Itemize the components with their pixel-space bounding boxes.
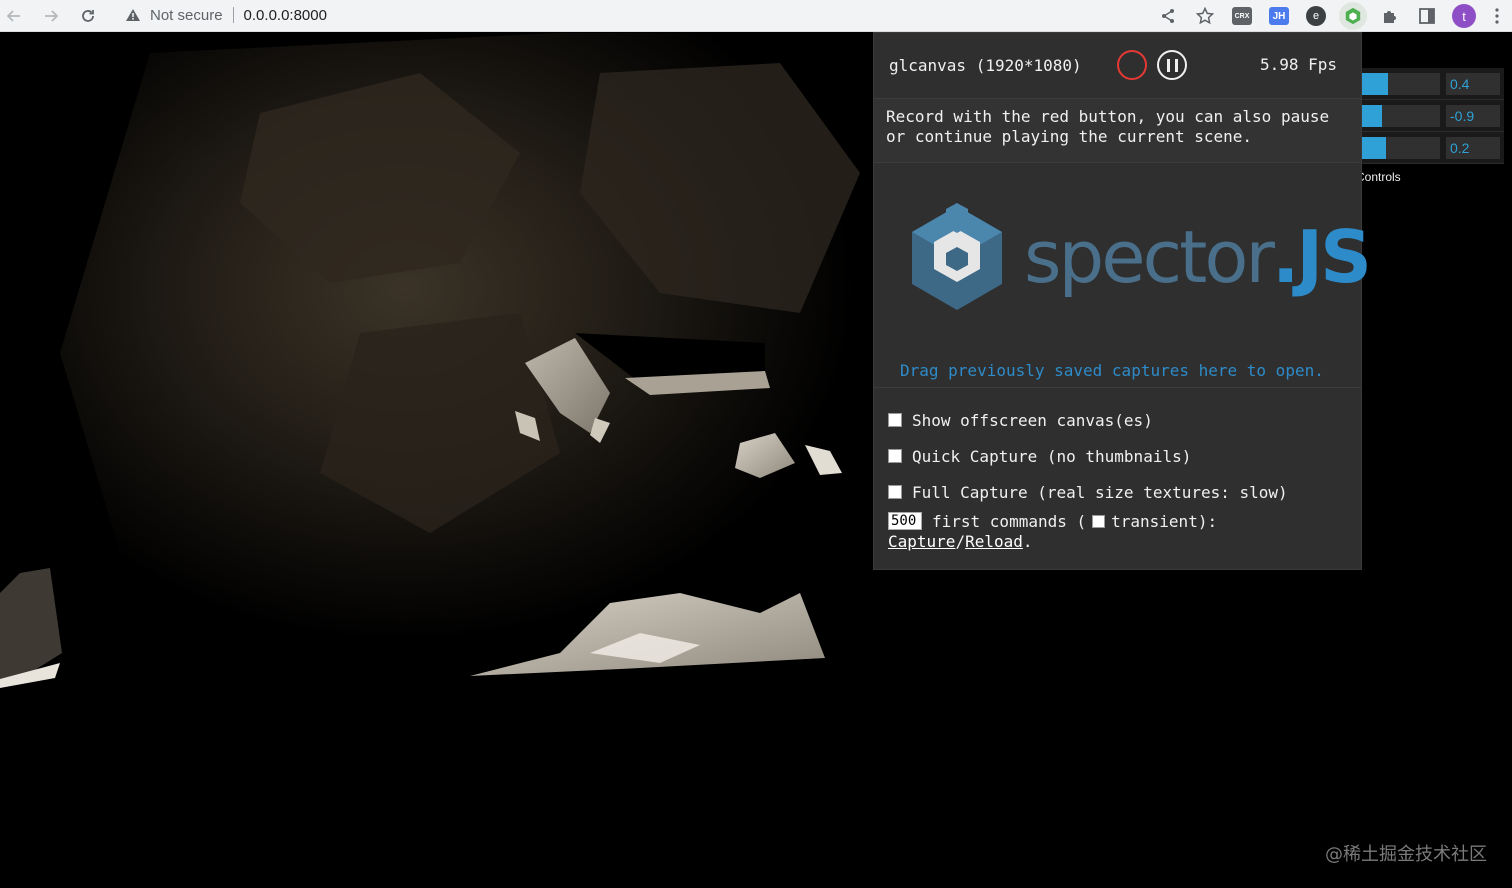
kebab-menu-icon[interactable] xyxy=(1486,2,1508,30)
spector-logo-text: spector.JS xyxy=(1024,215,1372,299)
transient-checkbox[interactable] xyxy=(1092,514,1106,528)
spector-panel: glcanvas (1920*1080) 5.98 Fps Record wit… xyxy=(873,32,1372,570)
watermark: @稀土掘金技术社区 xyxy=(1325,844,1487,865)
puzzle-icon[interactable] xyxy=(1375,2,1405,30)
option-label: Full Capture (real size textures: slow) xyxy=(912,482,1288,502)
close-controls-button[interactable]: Controls xyxy=(1356,170,1401,184)
control-slider-fill-2 xyxy=(1360,104,1382,127)
link-separator: / xyxy=(955,532,966,551)
control-row: 0.2 xyxy=(1358,132,1504,164)
link-period: . xyxy=(1022,532,1033,551)
control-value-1[interactable]: 0.4 xyxy=(1446,72,1500,95)
commands-label: first commands ( xyxy=(932,511,1087,531)
reload-link[interactable]: Reload xyxy=(965,532,1023,551)
sidebar-icon[interactable] xyxy=(1412,2,1442,30)
forward-icon[interactable] xyxy=(37,2,65,30)
url-text[interactable]: 0.0.0.0:8000 xyxy=(244,7,327,24)
avatar: t xyxy=(1452,4,1476,28)
browser-toolbar: Not secure 0.0.0.0:8000 CRX JH e t xyxy=(0,0,1512,32)
fps-counter: 5.98 Fps xyxy=(1259,55,1337,74)
extension-e-icon[interactable]: e xyxy=(1301,2,1331,30)
control-slider-fill-3 xyxy=(1360,136,1386,159)
help-text: Record with the red button, you can also… xyxy=(874,99,1361,163)
capture-drop-zone[interactable]: spector.JS Drag previously saved capture… xyxy=(874,163,1372,388)
capture-link[interactable]: Capture xyxy=(888,532,955,551)
help-line-2: or continue playing the current scene. xyxy=(886,127,1253,146)
reload-icon[interactable] xyxy=(74,2,102,30)
control-slider-3[interactable] xyxy=(1360,136,1440,159)
spector-extension-icon[interactable] xyxy=(1338,2,1368,30)
toolbar-actions: CRX JH e t xyxy=(1146,0,1512,32)
control-value-3[interactable]: 0.2 xyxy=(1446,136,1500,159)
control-slider-1[interactable] xyxy=(1360,72,1440,95)
option-full-capture[interactable]: Full Capture (real size textures: slow) xyxy=(888,474,1347,510)
warning-icon xyxy=(124,6,142,24)
control-slider-fill-1 xyxy=(1360,72,1388,95)
drop-hint: Drag previously saved captures here to o… xyxy=(900,361,1324,380)
quick-capture-checkbox[interactable] xyxy=(888,449,902,463)
capture-links: Capture/Reload. xyxy=(888,532,1347,554)
spector-logo-icon xyxy=(912,203,1002,310)
control-slider-2[interactable] xyxy=(1360,104,1440,127)
spector-header: glcanvas (1920*1080) 5.98 Fps xyxy=(874,33,1361,99)
star-icon[interactable] xyxy=(1190,2,1220,30)
canvas-label[interactable]: glcanvas (1920*1080) xyxy=(889,56,1082,75)
pause-bar-icon xyxy=(1174,58,1178,72)
logo-suffix: .JS xyxy=(1271,215,1372,299)
extension-e-label: e xyxy=(1306,6,1326,26)
control-row: -0.9 xyxy=(1358,100,1504,132)
command-limit-row: 500 first commands ( transient): xyxy=(888,510,1347,532)
control-row: 0.4 xyxy=(1358,68,1504,100)
option-label: Show offscreen canvas(es) xyxy=(912,410,1153,430)
help-line-1: Record with the red button, you can also… xyxy=(886,107,1330,126)
offscreen-checkbox[interactable] xyxy=(888,413,902,427)
share-icon[interactable] xyxy=(1153,2,1183,30)
back-icon[interactable] xyxy=(0,2,28,30)
full-capture-checkbox[interactable] xyxy=(888,485,902,499)
control-value-2[interactable]: -0.9 xyxy=(1446,104,1500,127)
address-bar[interactable]: Not secure 0.0.0.0:8000 xyxy=(114,2,1124,28)
spector-extension-badge xyxy=(1339,2,1367,30)
option-quick-capture[interactable]: Quick Capture (no thumbnails) xyxy=(888,438,1347,474)
pause-bar-icon xyxy=(1166,58,1170,72)
command-count-input[interactable]: 500 xyxy=(888,512,922,530)
controls-panel: 0.4 -0.9 0.2 xyxy=(1358,68,1504,164)
extension-crx-label: CRX xyxy=(1232,7,1252,25)
extension-jh-label: JH xyxy=(1269,7,1289,25)
transient-label: transient): xyxy=(1111,511,1218,531)
security-label: Not secure xyxy=(150,6,223,24)
pause-button[interactable] xyxy=(1157,50,1187,80)
option-offscreen[interactable]: Show offscreen canvas(es) xyxy=(888,402,1347,438)
capture-options: Show offscreen canvas(es) Quick Capture … xyxy=(874,388,1361,554)
extension-jh-icon[interactable]: JH xyxy=(1264,2,1294,30)
logo-word: spector xyxy=(1024,215,1275,299)
profile-avatar[interactable]: t xyxy=(1449,2,1479,30)
omnibox-divider xyxy=(232,7,234,23)
extension-crx-icon[interactable]: CRX xyxy=(1227,2,1257,30)
record-button[interactable] xyxy=(1117,50,1147,80)
option-label: Quick Capture (no thumbnails) xyxy=(912,446,1192,466)
